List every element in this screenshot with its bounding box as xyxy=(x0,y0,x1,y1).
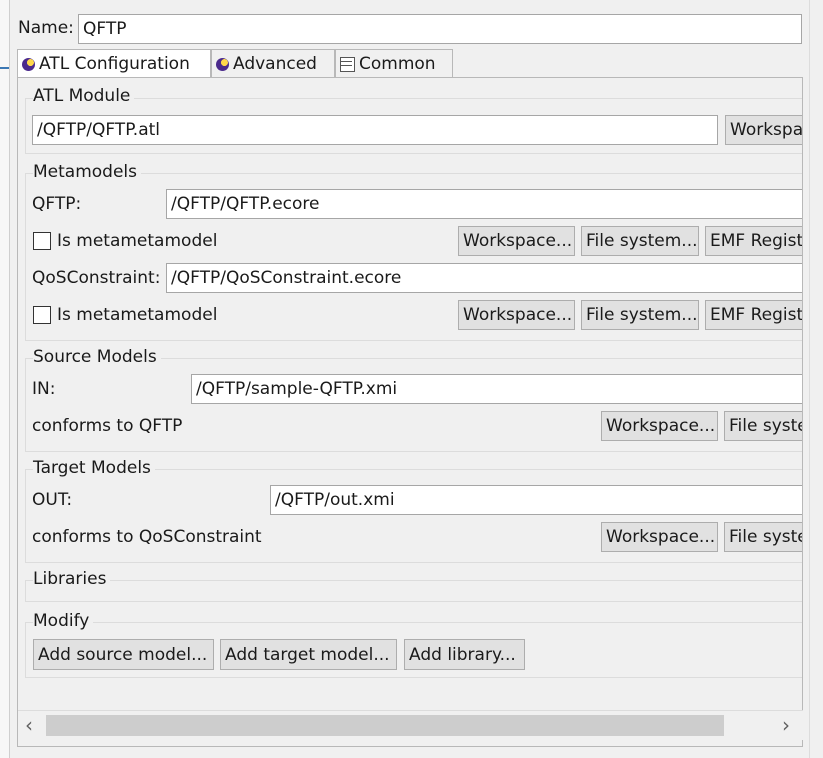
name-label: Name: xyxy=(18,18,74,38)
add-library-button[interactable]: Add library... xyxy=(404,639,525,670)
tab-common[interactable]: Common xyxy=(335,49,453,78)
atl-icon xyxy=(22,57,35,71)
metamodel-qosconstraint-label: QoSConstraint: xyxy=(32,268,161,288)
source-model-workspace-button[interactable]: Workspace... xyxy=(601,411,718,441)
tab-advanced[interactable]: Advanced xyxy=(211,49,335,78)
right-edge-strip xyxy=(809,0,823,758)
metamodel-qftp-emf-registry-button[interactable]: EMF Registry... xyxy=(705,226,802,256)
scroll-left-arrow-icon[interactable]: ‹ xyxy=(25,715,33,735)
libraries-title: Libraries xyxy=(33,571,111,588)
metamodel-qftp-label: QFTP: xyxy=(32,194,82,214)
metamodel-qosconstraint-path-field[interactable]: /QFTP/QoSConstraint.ecore xyxy=(166,263,802,293)
metamodel-qosconstraint-emf-registry-button[interactable]: EMF Registry... xyxy=(705,300,802,330)
metamodel-qosconstraint-file-system-button[interactable]: File system... xyxy=(581,300,699,330)
metamodel-qftp-file-system-button[interactable]: File system... xyxy=(581,226,699,256)
modify-title: Modify xyxy=(33,613,94,630)
horizontal-scrollbar[interactable]: ‹ › xyxy=(18,710,803,740)
metamodel-qftp-metametamodel-checkbox[interactable] xyxy=(33,232,51,250)
source-model-in-label: IN: xyxy=(32,379,56,399)
target-model-conforms-label: conforms to QoSConstraint xyxy=(32,527,262,547)
left-edge-divider xyxy=(0,67,9,69)
tab-bar: ATL Configuration Advanced Common xyxy=(17,49,802,78)
add-source-model-button[interactable]: Add source model... xyxy=(33,639,214,670)
metamodel-qftp-path-field[interactable]: /QFTP/QFTP.ecore xyxy=(166,189,802,219)
add-target-model-button[interactable]: Add target model... xyxy=(220,639,397,670)
scrollbar-thumb[interactable] xyxy=(46,715,724,736)
metamodels-title: Metamodels xyxy=(33,164,142,181)
metamodel-qftp-workspace-button[interactable]: Workspace... xyxy=(458,226,575,256)
atl-icon xyxy=(216,57,229,71)
metamodel-qosconstraint-workspace-button[interactable]: Workspace... xyxy=(458,300,575,330)
libraries-group xyxy=(25,580,802,602)
target-models-title: Target Models xyxy=(33,460,155,477)
target-model-out-label: OUT: xyxy=(32,490,73,510)
metamodel-qosconstraint-metametamodel-checkbox[interactable] xyxy=(33,306,51,324)
source-model-conforms-label: conforms to QFTP xyxy=(32,416,183,436)
scroll-right-arrow-icon[interactable]: › xyxy=(782,715,790,735)
source-model-in-path-field[interactable]: /QFTP/sample-QFTP.xmi xyxy=(191,374,802,404)
atl-module-workspace-button[interactable]: Workspace... xyxy=(725,115,802,145)
metamodel-qftp-checkbox-label: Is metametamodel xyxy=(57,231,218,251)
tab-atl-configuration[interactable]: ATL Configuration xyxy=(17,49,211,78)
target-model-file-system-button[interactable]: File system... xyxy=(724,522,802,552)
tab-content-panel: ATL Module /QFTP/QFTP.atl Workspace... M… xyxy=(17,77,803,747)
name-field[interactable]: QFTP xyxy=(78,14,802,44)
metamodel-qosconstraint-checkbox-label: Is metametamodel xyxy=(57,305,218,325)
target-model-workspace-button[interactable]: Workspace... xyxy=(601,522,718,552)
source-model-file-system-button[interactable]: File system... xyxy=(724,411,802,441)
common-tab-icon xyxy=(340,56,355,72)
source-models-title: Source Models xyxy=(33,349,161,366)
atl-module-title: ATL Module xyxy=(33,88,135,105)
target-model-out-path-field[interactable]: /QFTP/out.xmi xyxy=(270,485,802,515)
atl-module-path-field[interactable]: /QFTP/QFTP.atl xyxy=(32,115,718,145)
left-edge-panel xyxy=(0,0,10,758)
